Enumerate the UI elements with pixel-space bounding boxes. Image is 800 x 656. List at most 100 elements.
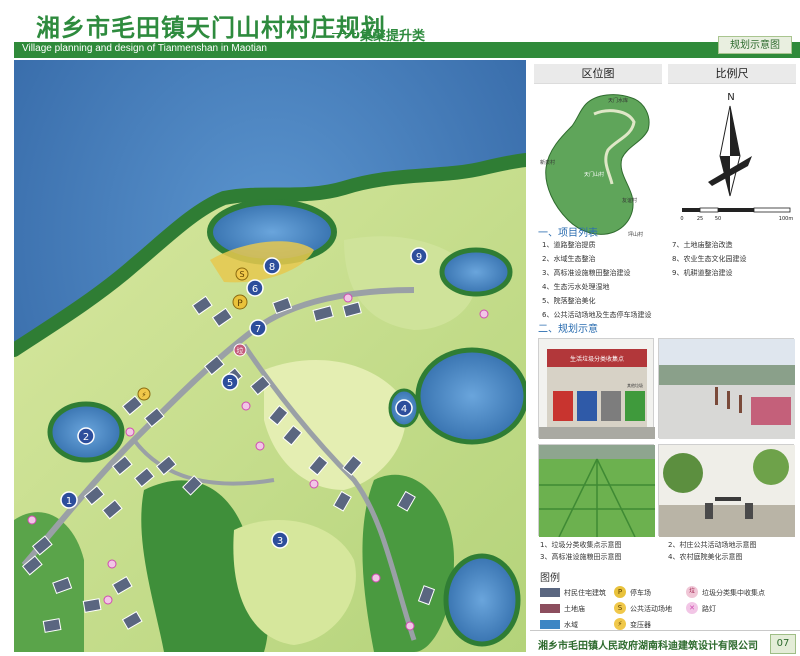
header: 湘乡市毛田镇天门山村村庄规划 集聚提升类 Village planning an… [0,0,800,58]
photo-courtyard [658,444,795,537]
public-space-marker-label: S [239,270,244,279]
scale-box: N 0 25 50 100m [668,86,798,254]
project-item-9: 9、机耕道整治建设 [672,269,733,277]
legend-swatch-public-space: S [614,602,626,614]
project-item-3: 3、高标准设施粮田整治建设 [542,269,631,277]
legend-label-temple: 土地庙 [564,605,585,613]
project-item-1: 1、道路整治提质 [542,241,596,249]
bin-red [553,391,573,421]
legend-label-street-lamp: 路灯 [702,605,716,613]
garbage-marker-label: 垃 [237,346,244,355]
north-arrow-shade [730,106,740,156]
legend-swatch-street-lamp: ✕ [686,602,698,614]
footer: 湘乡市毛田镇人民政府 湖南科迪建筑设计有限公司 07 [530,630,800,656]
scale-bar-2 [699,207,719,213]
scale-bar-3 [718,208,754,212]
marker-4: 4 [401,404,407,415]
bin-grey [601,391,621,421]
flower-bed [751,397,791,425]
courtyard-illustration [659,445,795,537]
distant-trees [659,365,795,385]
chair-right [745,503,753,519]
caption-3: 3、高标准设施粮田示意图 [540,553,622,561]
legend-swatch-garbage: 垃 [686,586,698,598]
north-arrow-svg: N 0 25 50 100m [680,92,794,222]
tree-left [663,453,703,493]
scale-tick-0: 0 [680,216,683,222]
project-item-8: 8、农业生态文化园建设 [672,255,747,263]
project-item-6: 6、公共活动场地及生态停车场建设 [542,311,652,319]
photo-public-space [658,338,795,439]
location-label-1: 新泉村 [540,159,555,166]
lake-east-2 [439,247,513,297]
legend-swatch-temple [540,604,560,613]
marker-9: 9 [416,252,422,263]
legend-label-transformer: 变压器 [630,621,651,629]
garbage-point-sign-text: 生活垃圾分类收集点 [570,355,624,363]
scale-tick-25: 25 [697,216,703,222]
garbage-point-ground [539,427,655,439]
scale-title: 比例尺 [668,64,796,84]
caption-2: 2、村庄公共活动场地示意图 [668,541,757,549]
bin-label-other: 其他垃圾 [627,382,643,388]
location-label-2: 天门山村 [584,171,604,178]
parking-marker-label: P [237,299,243,309]
legend-swatch-transformer: ⚡ [614,618,626,630]
photo-farmland [538,444,655,538]
photo-garbage-point: 生活垃圾分类收集点 其他垃圾 [538,338,655,439]
page-number: 07 [770,634,796,654]
location-label-4: 坪山村 [628,231,643,238]
legend-label-public-space: 公共活动场地 [630,605,672,613]
sky [659,339,795,369]
project-item-7: 7、土地庙整治改造 [672,241,733,249]
scale-tick-50: 50 [715,216,721,222]
project-item-2: 2、水域生态整治 [542,255,596,263]
garbage-point-illustration: 生活垃圾分类收集点 其他垃圾 [539,349,655,439]
category-divider [332,33,356,34]
public-space-illustration [659,339,795,439]
marker-7: 7 [255,324,261,335]
marker-3: 3 [277,536,283,547]
right-panel: 区位图 比例尺 新泉村 天门山村 友谊村 坪山村 天门水库 N 0 25 50 … [530,60,800,656]
legend-swatch-water [540,620,560,629]
legend-swatch-parking: P [614,586,626,598]
footer-org: 湘乡市毛田镇人民政府 [538,641,638,652]
legend-label-garbage: 垃圾分类集中收集点 [702,589,765,597]
transformer-marker-label: ⚡ [142,391,147,399]
marker-8: 8 [269,262,275,273]
doc-type-badge: 规划示意图 [718,36,792,54]
footer-company: 湖南科迪建筑设计有限公司 [638,641,758,652]
legend-label-house: 村民住宅建筑 [564,589,606,597]
page-title: 湘乡市毛田镇天门山村村庄规划 [36,14,386,42]
bin-green [625,391,645,421]
planning-map: 1 2 3 4 5 6 7 8 9 P S 垃 ⚡ [14,60,526,652]
marker-2: 2 [83,432,89,443]
location-label-5: 天门水库 [608,97,628,104]
chair-left [705,503,713,519]
legend-swatch-house [540,588,560,597]
caption-4: 4、农村庭院美化示意图 [668,553,743,561]
scale-bar-4 [753,207,791,213]
farmland-illustration [539,445,655,538]
table [715,497,741,501]
project-item-4: 4、生态污水处理湿地 [542,283,610,291]
legend-label-parking: 停车场 [630,589,651,597]
location-map-title: 区位图 [534,64,662,84]
tree-right [753,449,789,485]
marker-6: 6 [252,284,258,295]
english-title: Village planning and design of Tianmensh… [22,43,267,54]
marker-1: 1 [66,496,72,507]
scale-tick-100: 100m [779,216,794,222]
village-boundary [545,94,650,235]
horizon [539,445,655,459]
bin-blue [577,391,597,421]
legend-label-water: 水域 [564,621,578,629]
lake-east-1 [415,347,526,445]
project-list-title: 一、项目列表 [538,228,598,239]
planning-diagram-title: 二、规划示意 [538,324,598,335]
courtyard-floor [659,505,795,537]
scale-bar-1 [682,208,700,212]
planning-map-svg: 1 2 3 4 5 6 7 8 9 P S 垃 ⚡ [14,60,526,652]
marker-5: 5 [227,378,233,389]
legend-title: 图例 [540,573,560,584]
